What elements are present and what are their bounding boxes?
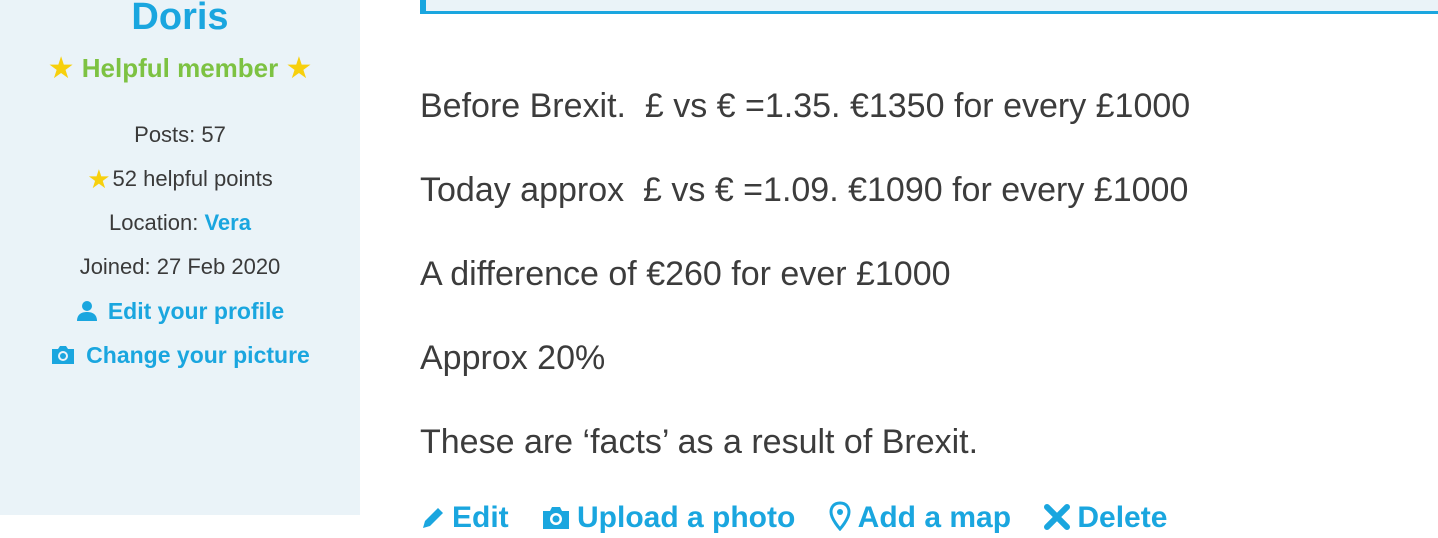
joined-date: Joined: 27 Feb 2020 [79, 254, 281, 279]
username[interactable]: Doris [0, 0, 360, 40]
map-pin-icon [829, 501, 851, 531]
post-line: Today approx £ vs € =1.09. €1090 for eve… [420, 171, 1189, 209]
location-label: Location: [109, 210, 205, 235]
location-link[interactable]: Vera [204, 210, 251, 235]
user-icon [76, 301, 97, 321]
delete-button[interactable]: Delete [1043, 498, 1167, 538]
location: Location: Vera [0, 209, 360, 237]
camera-icon [543, 507, 570, 529]
add-map-button[interactable]: Add a map [828, 498, 1011, 538]
edit-label: Edit [452, 501, 509, 534]
star-icon: ★ [285, 52, 313, 85]
post-line: A difference of €260 for ever £1000 [420, 255, 951, 293]
post-line: These are ‘facts’ as a result of Brexit. [420, 423, 979, 461]
rank-label: Helpful member [81, 53, 279, 83]
edit-profile-label: Edit your profile [107, 298, 285, 324]
post-actions: Edit Upload a photo Add a map Delete [420, 498, 1191, 538]
post-line: Before Brexit. £ vs € =1.35. €1350 for e… [420, 87, 1191, 125]
upload-photo-label: Upload a photo [577, 501, 796, 534]
edit-button[interactable]: Edit [420, 498, 509, 538]
change-picture-link[interactable]: Change your picture [0, 341, 360, 369]
user-sidebar: Doris ★ Helpful member ★ Posts: 57 ★52 h… [0, 0, 360, 515]
post-line: Approx 20% [420, 339, 606, 377]
quote-block [420, 0, 1438, 14]
helpful-points-label: 52 helpful points [112, 166, 273, 191]
star-icon: ★ [47, 52, 75, 85]
edit-profile-link[interactable]: Edit your profile [0, 297, 360, 325]
upload-photo-button[interactable]: Upload a photo [541, 498, 795, 538]
post-count: Posts: 57 [134, 122, 226, 147]
delete-label: Delete [1077, 501, 1168, 534]
change-picture-label: Change your picture [86, 342, 310, 368]
camera-icon [52, 346, 75, 364]
pencil-icon [423, 508, 443, 528]
star-icon: ★ [87, 164, 111, 194]
close-icon [1044, 504, 1071, 530]
member-rank: ★ Helpful member ★ [0, 52, 360, 85]
helpful-points: ★52 helpful points [0, 165, 360, 193]
add-map-label: Add a map [857, 501, 1012, 534]
